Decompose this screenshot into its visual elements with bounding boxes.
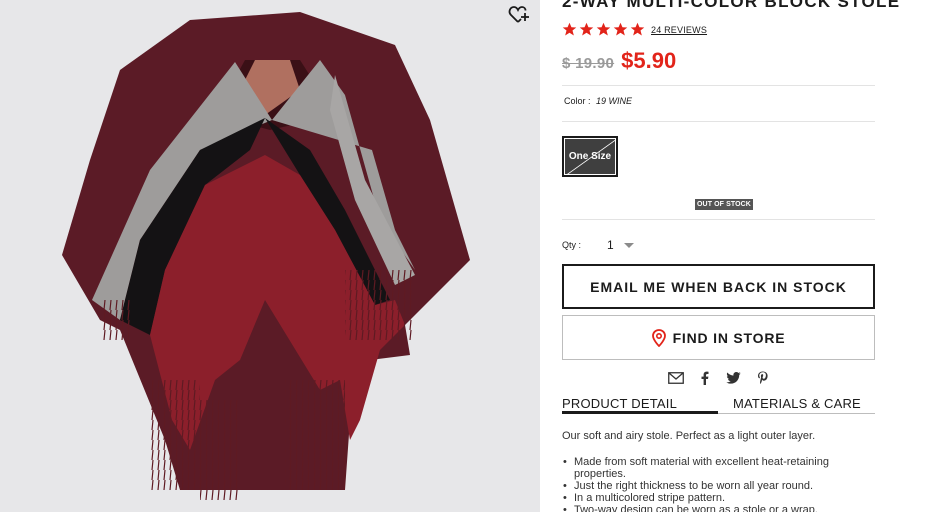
list-item: In a multicolored stripe pattern. (562, 492, 875, 504)
find-in-store-label: FIND IN STORE (672, 329, 786, 346)
size-option-label: One Size (568, 151, 612, 162)
list-item: Just the right thickness to be worn all … (562, 480, 875, 492)
star-icon (562, 22, 577, 36)
quantity-selector[interactable]: Qty : 1 (562, 238, 634, 252)
add-to-wishlist-button[interactable] (508, 4, 530, 26)
star-icon (613, 22, 628, 36)
tab-product-detail[interactable]: PRODUCT DETAIL (562, 396, 718, 414)
feature-list: Made from soft material with excellent h… (562, 456, 875, 512)
star-icon (630, 22, 645, 36)
pinterest-icon[interactable] (754, 370, 771, 385)
out-of-stock-badge: OUT OF STOCK (695, 199, 753, 210)
product-image-pane (0, 0, 540, 512)
sale-price: $5.90 (621, 48, 677, 73)
star-icon (596, 22, 611, 36)
size-option-one-size[interactable]: One Size (562, 136, 618, 177)
divider (562, 121, 875, 122)
find-in-store-button[interactable]: FIND IN STORE (562, 315, 875, 360)
share-icons (667, 370, 771, 385)
product-image (62, 12, 470, 500)
color-selection: Color : 19 WINE (564, 96, 632, 106)
divider (562, 219, 875, 220)
original-price: $ 19.90 (562, 55, 615, 72)
product-title: 2-WAY MULTI-COLOR BLOCK STOLE (562, 0, 901, 11)
product-description: Our soft and airy stole. Perfect as a li… (562, 430, 816, 442)
quantity-value[interactable]: 1 (607, 238, 614, 252)
email-me-button[interactable]: EMAIL ME WHEN BACK IN STOCK (562, 264, 875, 309)
color-label: Color : (564, 96, 591, 106)
tab-materials-care[interactable]: MATERIALS & CARE (718, 396, 875, 414)
star-icon (579, 22, 594, 36)
list-item: Made from soft material with excellent h… (562, 456, 875, 480)
heart-plus-icon (508, 6, 529, 23)
list-item: Two-way design can be worn as a stole or… (562, 504, 875, 512)
location-pin-icon (651, 328, 666, 347)
price-block: $ 19.90 $5.90 (562, 48, 676, 74)
color-value: 19 WINE (596, 96, 633, 106)
divider (562, 85, 875, 86)
chevron-down-icon[interactable] (623, 242, 634, 248)
detail-tabs: PRODUCT DETAIL MATERIALS & CARE (562, 396, 875, 414)
twitter-icon[interactable] (725, 370, 742, 385)
reviews-link[interactable]: 24 REVIEWS (651, 25, 707, 35)
email-icon[interactable] (667, 370, 684, 385)
star-rating (562, 22, 645, 37)
facebook-icon[interactable] (696, 370, 713, 385)
quantity-label: Qty : (562, 240, 582, 250)
rating: 24 REVIEWS (562, 22, 707, 37)
